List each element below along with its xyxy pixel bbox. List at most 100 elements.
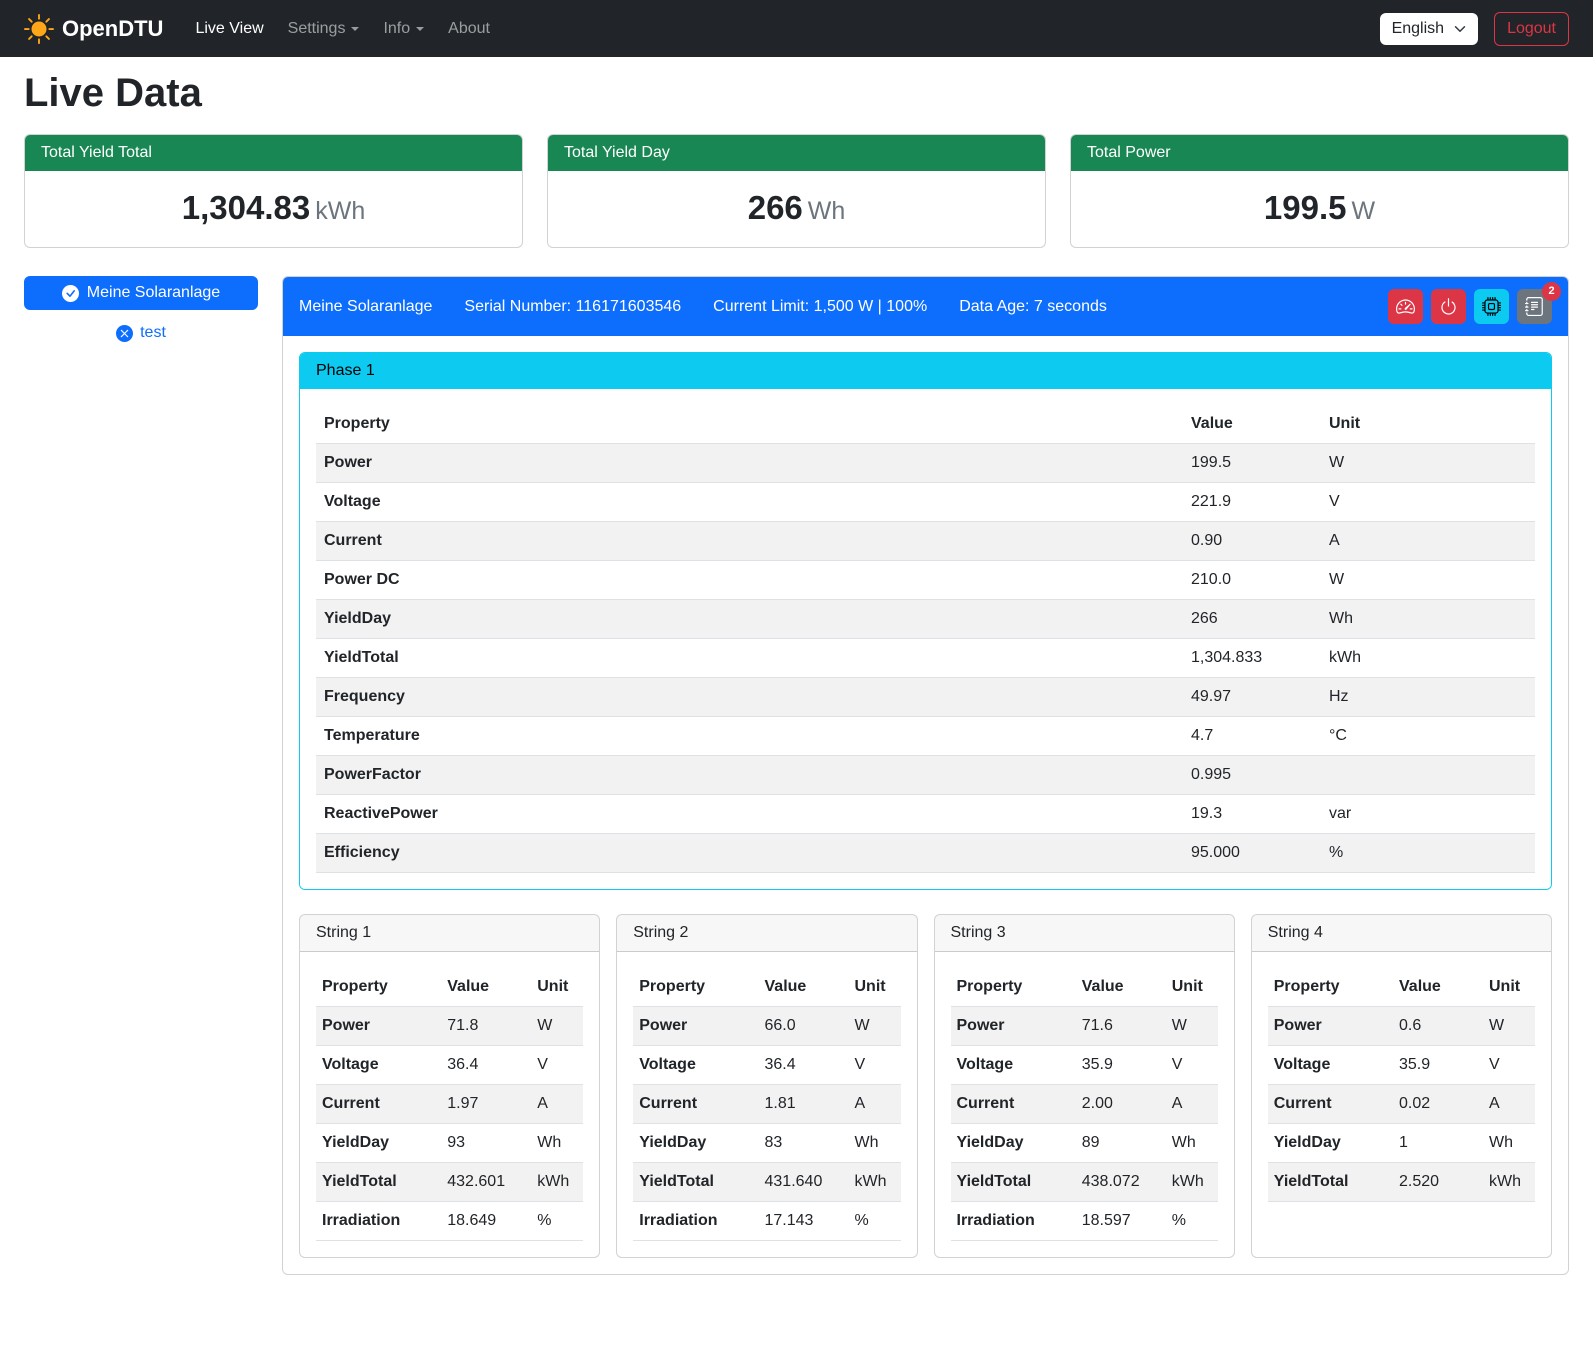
string-card-body: Property Value Unit Power 71.8 W Voltage… xyxy=(300,952,599,1257)
column-header-value: Value xyxy=(1183,405,1313,444)
limit-settings-button[interactable] xyxy=(1388,289,1423,324)
table-row: Irradiation 18.597 % xyxy=(951,1202,1218,1241)
table-row: Current 1.97 A xyxy=(316,1085,583,1124)
value-cell: 36.4 xyxy=(441,1046,531,1085)
unit-cell: W xyxy=(1313,444,1535,483)
property-cell: Power xyxy=(1268,1007,1393,1046)
property-cell: YieldDay xyxy=(633,1124,758,1163)
value-cell: 431.640 xyxy=(759,1163,849,1202)
unit-cell: W xyxy=(1166,1007,1218,1046)
table-row: Efficiency 95.000 % xyxy=(316,834,1535,873)
value-cell: 95.000 xyxy=(1183,834,1313,873)
property-cell: Irradiation xyxy=(951,1202,1076,1241)
property-cell: Voltage xyxy=(316,1046,441,1085)
unit-cell: W xyxy=(1313,561,1535,600)
string-table: Property Value Unit Power 0.6 W Voltage … xyxy=(1268,968,1535,1202)
value-cell: 35.9 xyxy=(1393,1046,1483,1085)
property-cell: YieldTotal xyxy=(1268,1163,1393,1202)
property-cell: Irradiation xyxy=(316,1202,441,1241)
table-row: YieldTotal 438.072 kWh xyxy=(951,1163,1218,1202)
table-row: Current 1.81 A xyxy=(633,1085,900,1124)
table-header-row: Property Value Unit xyxy=(316,405,1535,444)
property-cell: Current xyxy=(1268,1085,1393,1124)
column-header-unit: Unit xyxy=(1313,405,1535,444)
nav-item-about[interactable]: About xyxy=(436,12,502,46)
string-cards: String 1 Property Value Unit Power 71.8 … xyxy=(299,914,1552,1258)
unit-cell: Hz xyxy=(1313,678,1535,717)
unit-cell: kWh xyxy=(1313,639,1535,678)
inverter-panel-header: Meine Solaranlage Serial Number: 1161716… xyxy=(283,277,1568,336)
unit-cell: V xyxy=(1483,1046,1535,1085)
column-header-unit: Unit xyxy=(1483,968,1535,1007)
value-cell: 19.3 xyxy=(1183,795,1313,834)
language-select[interactable]: English xyxy=(1380,13,1478,45)
value-cell: 199.5 xyxy=(1183,444,1313,483)
column-header-unit: Unit xyxy=(849,968,901,1007)
inverter-panel: Meine Solaranlage Serial Number: 1161716… xyxy=(282,276,1569,1275)
table-row: Power 71.8 W xyxy=(316,1007,583,1046)
device-info-button[interactable] xyxy=(1474,289,1509,324)
table-row: PowerFactor 0.995 xyxy=(316,756,1535,795)
event-log-button[interactable]: 2 xyxy=(1517,289,1552,324)
inverter-actions: 2 xyxy=(1388,289,1552,324)
sidebar-item-test[interactable]: test xyxy=(24,324,258,342)
sidebar: Meine Solaranlage test xyxy=(24,276,258,342)
value-cell: 438.072 xyxy=(1076,1163,1166,1202)
chevron-down-icon xyxy=(1454,23,1466,35)
unit-cell: kWh xyxy=(1166,1163,1218,1202)
property-cell: Current xyxy=(316,1085,441,1124)
unit-cell: % xyxy=(531,1202,583,1241)
table-row: Power 199.5 W xyxy=(316,444,1535,483)
unit-cell: A xyxy=(1483,1085,1535,1124)
inverter-select-button[interactable]: Meine Solaranlage xyxy=(24,276,258,310)
unit-cell: W xyxy=(1483,1007,1535,1046)
summary-card-title: Total Yield Total xyxy=(25,135,522,171)
value-cell: 0.02 xyxy=(1393,1085,1483,1124)
column-header-property: Property xyxy=(316,968,441,1007)
unit-cell: Wh xyxy=(531,1124,583,1163)
summary-card-unit: W xyxy=(1351,197,1375,225)
nav-item-settings[interactable]: Settings xyxy=(276,12,372,46)
string-card-title: String 2 xyxy=(617,915,916,952)
unit-cell: Wh xyxy=(849,1124,901,1163)
value-cell: 36.4 xyxy=(759,1046,849,1085)
nav-item-live-view[interactable]: Live View xyxy=(183,12,275,46)
cpu-icon xyxy=(1482,297,1501,316)
table-header-row: Property Value Unit xyxy=(633,968,900,1007)
table-row: Current 0.02 A xyxy=(1268,1085,1535,1124)
power-icon xyxy=(1439,297,1458,316)
table-row: YieldTotal 2.520 kWh xyxy=(1268,1163,1535,1202)
property-cell: Efficiency xyxy=(316,834,1183,873)
brand[interactable]: OpenDTU xyxy=(24,14,163,44)
navbar: OpenDTU Live View Settings Info About En… xyxy=(0,0,1593,57)
phase-table: Property Value Unit Power 199.5 W Voltag… xyxy=(316,405,1535,873)
x-circle-icon xyxy=(116,325,133,342)
nav-item-info[interactable]: Info xyxy=(371,12,436,46)
table-row: YieldDay 1 Wh xyxy=(1268,1124,1535,1163)
phase-card-title: Phase 1 xyxy=(300,353,1551,389)
value-cell: 83 xyxy=(759,1124,849,1163)
summary-card-value: 1,304.83 xyxy=(182,189,310,226)
value-cell: 0.90 xyxy=(1183,522,1313,561)
journal-icon xyxy=(1525,297,1544,316)
property-cell: YieldTotal xyxy=(316,639,1183,678)
property-cell: Current xyxy=(633,1085,758,1124)
table-row: Voltage 221.9 V xyxy=(316,483,1535,522)
logout-button[interactable]: Logout xyxy=(1494,12,1569,46)
summary-card-body: 199.5W xyxy=(1071,171,1568,247)
table-row: Current 2.00 A xyxy=(951,1085,1218,1124)
column-header-value: Value xyxy=(441,968,531,1007)
power-control-button[interactable] xyxy=(1431,289,1466,324)
inverter-panel-body: Phase 1 Property Value Unit Power xyxy=(283,336,1568,1274)
property-cell: YieldDay xyxy=(316,1124,441,1163)
string-card: String 3 Property Value Unit Power 71.6 … xyxy=(934,914,1235,1258)
unit-cell: V xyxy=(1313,483,1535,522)
table-row: Voltage 36.4 V xyxy=(316,1046,583,1085)
unit-cell: V xyxy=(1166,1046,1218,1085)
column-header-unit: Unit xyxy=(531,968,583,1007)
value-cell: 0.995 xyxy=(1183,756,1313,795)
summary-card-title: Total Power xyxy=(1071,135,1568,171)
property-cell: YieldDay xyxy=(951,1124,1076,1163)
unit-cell: kWh xyxy=(1483,1163,1535,1202)
table-row: Power DC 210.0 W xyxy=(316,561,1535,600)
